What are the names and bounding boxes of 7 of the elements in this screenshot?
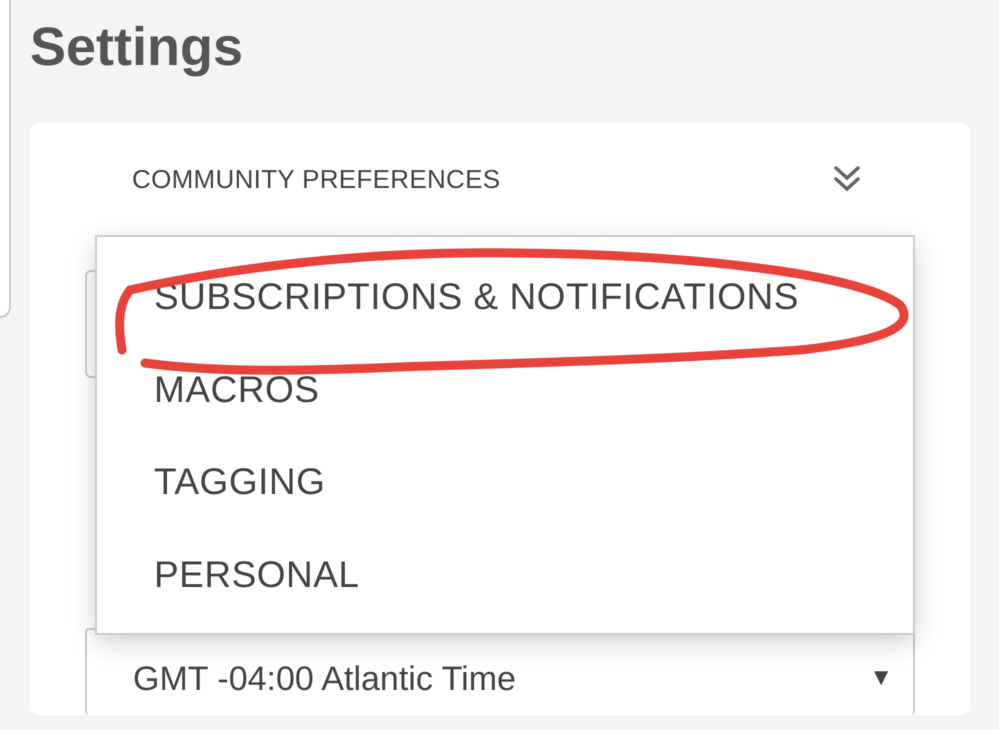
- menu-item[interactable]: MACROS: [97, 344, 913, 436]
- page-title: Settings: [29, 16, 244, 78]
- timezone-select[interactable]: GMT -04:00 Atlantic Time ▼: [85, 628, 915, 716]
- section-title: COMMUNITY PREFERENCES: [132, 162, 500, 196]
- menu-item[interactable]: PERSONAL: [97, 528, 913, 621]
- menu-item[interactable]: TAGGING: [97, 436, 913, 529]
- menu-item[interactable]: SUBSCRIPTIONS & NOTIFICATIONS: [97, 251, 913, 344]
